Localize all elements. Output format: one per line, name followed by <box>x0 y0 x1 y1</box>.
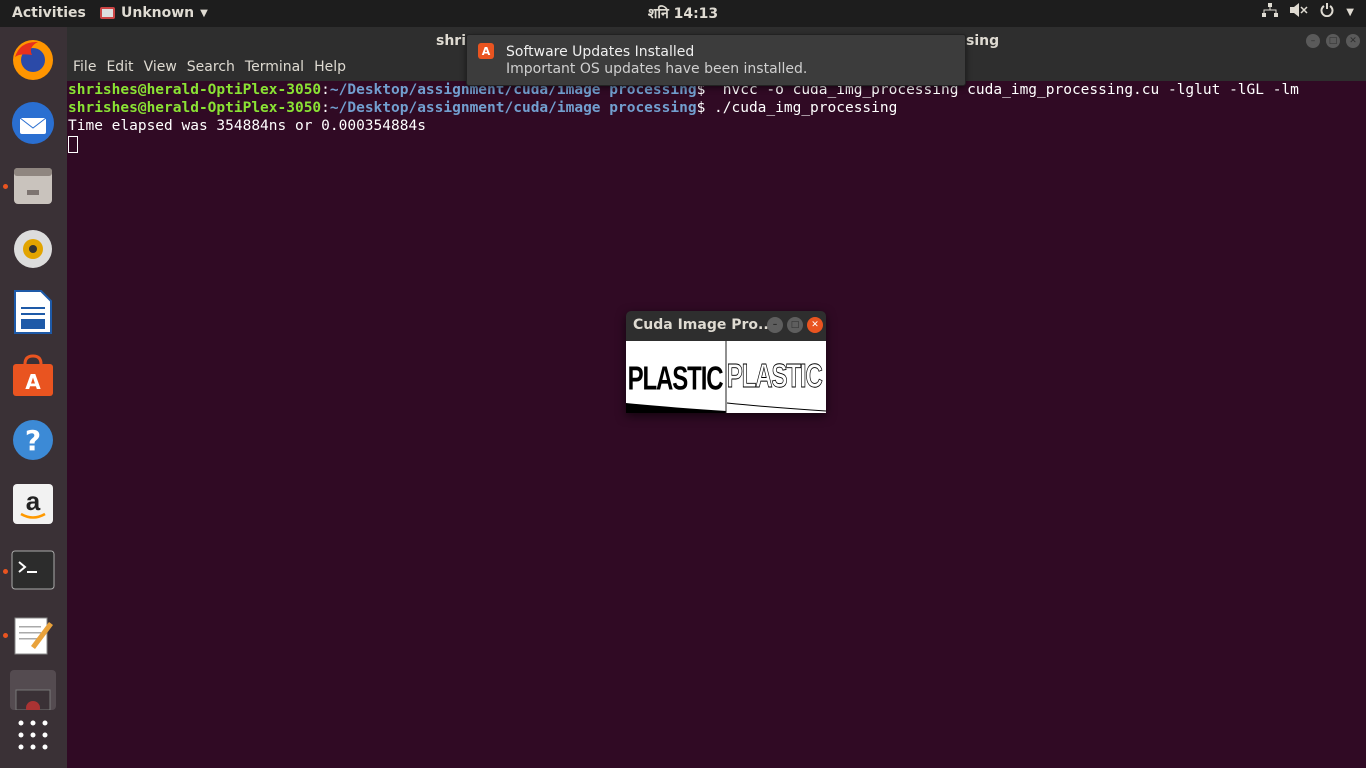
prompt-user: shrishes@herald-OptiPlex-3050 <box>68 100 322 116</box>
terminal-icon[interactable] <box>10 547 56 593</box>
terminal-output[interactable]: shrishes@herald-OptiPlex-3050:~/Desktop/… <box>67 81 1366 768</box>
rhythmbox-icon[interactable] <box>10 226 56 272</box>
output-line: Time elapsed was 354884ns or 0.000354884… <box>68 118 426 134</box>
power-icon[interactable] <box>1320 3 1334 21</box>
top-panel: Activities Unknown ▼ शनि 14:13 ▼ <box>0 0 1366 27</box>
command-text: $ ./cuda_img_processing <box>696 100 898 116</box>
thunderbird-icon[interactable] <box>10 100 56 146</box>
running-indicator <box>3 184 8 189</box>
menu-file[interactable]: File <box>73 59 101 75</box>
cursor-line <box>68 135 1366 153</box>
cuda-window-title: Cuda Image Pro... <box>633 317 774 333</box>
volume-muted-icon[interactable] <box>1290 3 1308 21</box>
notification-banner[interactable]: A Software Updates Installed Important O… <box>466 34 966 86</box>
terminal-title-end: sing <box>966 33 1000 49</box>
prompt-path: ~/Desktop/assignment/cuda/image processi… <box>329 100 697 116</box>
chevron-down-icon[interactable]: ▼ <box>1346 7 1354 18</box>
cuda-window-controls: – □ ✕ <box>767 317 823 333</box>
minimize-button[interactable]: – <box>767 317 783 333</box>
firefox-icon[interactable] <box>10 37 56 83</box>
close-button[interactable]: ✕ <box>807 317 823 333</box>
show-applications-icon[interactable] <box>10 712 56 758</box>
software-update-icon: A <box>478 43 494 59</box>
terminal-line: shrishes@herald-OptiPlex-3050:~/Desktop/… <box>68 100 898 116</box>
amazon-icon[interactable]: a <box>10 481 56 527</box>
text-cursor <box>68 135 78 153</box>
image-canvas: PLASTIC PLASTIC <box>626 341 826 413</box>
notification-body: Important OS updates have been installed… <box>506 61 808 77</box>
dock: A ? a <box>0 27 67 768</box>
system-tray[interactable]: ▼ <box>1262 3 1354 21</box>
image-left-text: PLASTIC <box>628 361 724 398</box>
menu-help[interactable]: Help <box>314 59 351 75</box>
maximize-button[interactable]: □ <box>787 317 803 333</box>
running-indicator <box>3 633 8 638</box>
menu-view[interactable]: View <box>144 59 182 75</box>
files-icon[interactable] <box>10 163 56 209</box>
help-icon[interactable]: ? <box>10 417 56 463</box>
close-button[interactable]: ✕ <box>1346 34 1360 48</box>
menu-search[interactable]: Search <box>187 59 240 75</box>
terminal-menubar: File Edit View Search Terminal Help <box>73 59 356 75</box>
network-icon[interactable] <box>1262 3 1279 21</box>
screenshot-icon[interactable] <box>10 670 56 710</box>
maximize-button[interactable]: □ <box>1326 34 1340 48</box>
text-editor-icon[interactable] <box>10 611 56 657</box>
image-right-text: PLASTIC <box>727 359 823 396</box>
svg-text:A: A <box>25 370 41 394</box>
clock[interactable]: शनि 14:13 <box>0 4 1366 23</box>
minimize-button[interactable]: – <box>1306 34 1320 48</box>
writer-icon[interactable] <box>10 289 56 335</box>
menu-edit[interactable]: Edit <box>106 59 138 75</box>
menu-terminal[interactable]: Terminal <box>245 59 309 75</box>
cuda-image-window[interactable]: Cuda Image Pro... – □ ✕ PLASTIC PLASTIC <box>626 311 826 413</box>
notification-title: Software Updates Installed <box>506 44 695 60</box>
svg-text:a: a <box>26 486 41 516</box>
ubuntu-software-icon[interactable]: A <box>10 353 56 399</box>
svg-text:?: ? <box>25 424 41 457</box>
prompt-user: shrishes@herald-OptiPlex-3050 <box>68 82 322 98</box>
terminal-window-controls: – □ ✕ <box>1306 34 1360 48</box>
running-indicator <box>3 569 8 574</box>
